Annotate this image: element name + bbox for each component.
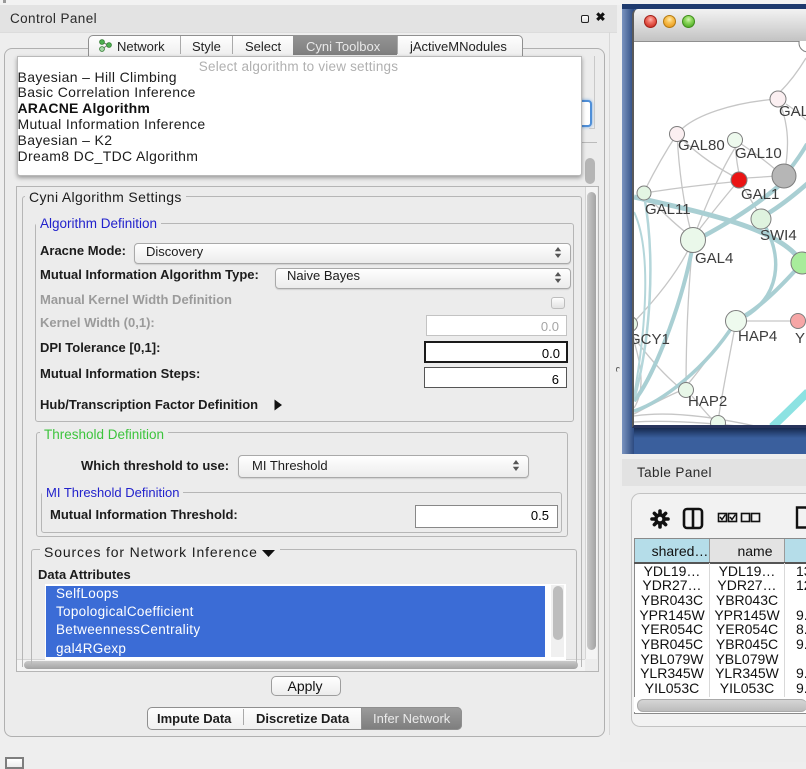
svg-text:GCY1: GCY1 [634,331,670,348]
svg-text:GAL4: GAL4 [695,250,733,267]
svg-text:HAP2: HAP2 [688,393,727,410]
svg-text:SWI4: SWI4 [760,227,797,244]
svg-text:GAL10: GAL10 [735,145,782,162]
svg-text:GAL1: GAL1 [741,186,779,203]
svg-text:GAL2: GAL2 [779,103,806,120]
svg-text:HAP4: HAP4 [738,328,777,345]
svg-text:GAL11: GAL11 [645,201,691,218]
svg-text:Y: Y [795,330,805,347]
svg-text:GAL80: GAL80 [678,137,725,154]
